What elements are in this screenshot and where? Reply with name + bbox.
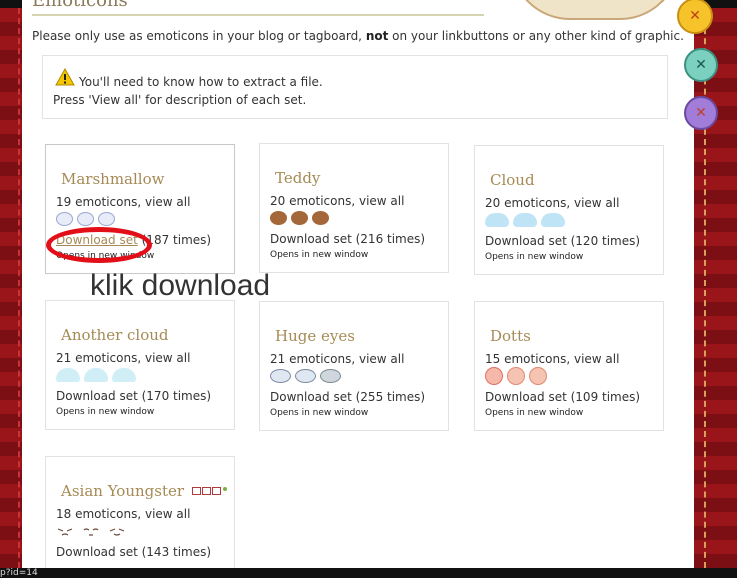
set-count: 20 emoticons, view all — [485, 196, 619, 210]
annotation-klik-download: klik download — [90, 269, 271, 302]
download-set-link[interactable]: Download set (120 times) — [485, 234, 640, 248]
set-count: 18 emoticons, view all — [56, 507, 190, 521]
highlight-ellipse — [46, 227, 152, 263]
eyes-emoticon-icon — [320, 369, 341, 383]
download-set-link[interactable]: Download set (109 times) — [485, 390, 640, 404]
emoticon-preview — [485, 212, 565, 228]
set-card-dotts: Dotts 15 emoticons, view all Download se… — [474, 301, 664, 431]
set-title: Cloud — [490, 171, 535, 189]
set-count: 21 emoticons, view all — [270, 352, 404, 366]
set-title: Marshmallow — [61, 170, 165, 188]
view-all-link[interactable]: view all — [145, 351, 190, 365]
cloud-emoticon-icon — [56, 368, 80, 382]
cloud-emoticon-icon — [84, 368, 108, 382]
opens-new-window-note: Opens in new window — [485, 252, 584, 262]
note-view-all: Press 'View all' for description of each… — [53, 93, 307, 107]
emoticon-preview — [270, 210, 329, 226]
eyes-emoticon-icon — [270, 369, 291, 383]
marshmallow-emoticon-icon — [56, 212, 73, 226]
opens-new-window-note: Opens in new window — [270, 408, 369, 418]
face-emoticon-icon — [109, 528, 125, 536]
usage-notice-emphasis: not — [365, 29, 389, 43]
cloud-emoticon-icon — [513, 213, 537, 227]
teddy-emoticon-icon — [312, 211, 329, 225]
heading-underline — [32, 14, 484, 16]
title-decoration-icon — [191, 487, 227, 495]
page-heading: Emoticons — [32, 0, 128, 11]
download-set-link[interactable]: Download set (216 times) — [270, 232, 425, 246]
set-count-text: 18 emoticons, — [56, 507, 142, 521]
usage-notice-suffix: on your linkbuttons or any other kind of… — [388, 29, 684, 43]
right-stitching — [704, 8, 706, 568]
cloud-emoticon-icon — [485, 213, 509, 227]
marshmallow-emoticon-icon — [77, 212, 94, 226]
status-bar — [0, 568, 737, 578]
set-count: 19 emoticons, view all — [56, 195, 190, 209]
left-stitching — [18, 8, 20, 568]
opens-new-window-note: Opens in new window — [485, 408, 584, 418]
emoticon-preview — [56, 367, 136, 383]
set-title: Another cloud — [61, 326, 169, 344]
teddy-emoticon-icon — [270, 211, 287, 225]
purple-close-button[interactable]: ✕ — [684, 96, 718, 130]
download-set-link[interactable]: Download set (255 times) — [270, 390, 425, 404]
view-all-link[interactable]: view all — [574, 196, 619, 210]
emoticon-preview — [485, 367, 547, 385]
set-count-text: 21 emoticons, — [270, 352, 356, 366]
usage-notice: Please only use as emoticons in your blo… — [32, 29, 684, 43]
set-count: 15 emoticons, view all — [485, 352, 619, 366]
note-extract-file: You'll need to know how to extract a fil… — [79, 75, 323, 89]
usage-notice-prefix: Please only use as emoticons in your blo… — [32, 29, 366, 43]
set-title: Teddy — [275, 169, 321, 187]
view-all-link[interactable]: view all — [145, 507, 190, 521]
set-count-text: 15 emoticons, — [485, 352, 571, 366]
info-note-box: You'll need to know how to extract a fil… — [42, 55, 668, 119]
emoticon-preview — [270, 368, 341, 384]
eyes-emoticon-icon — [295, 369, 316, 383]
cloud-emoticon-icon — [541, 213, 565, 227]
warning-icon — [55, 68, 75, 86]
teal-close-button[interactable]: ✕ — [684, 48, 718, 82]
set-count-text: 19 emoticons, — [56, 195, 142, 209]
opens-new-window-note: Opens in new window — [56, 407, 155, 417]
set-title: Dotts — [490, 327, 531, 345]
set-count-text: 20 emoticons, — [270, 194, 356, 208]
dotts-emoticon-icon — [529, 367, 547, 385]
opens-new-window-note: Opens in new window — [270, 250, 369, 260]
right-frame — [694, 8, 737, 568]
dotts-emoticon-icon — [507, 367, 525, 385]
set-card-cloud: Cloud 20 emoticons, view all Download se… — [474, 145, 664, 275]
teddy-emoticon-icon — [291, 211, 308, 225]
set-count: 21 emoticons, view all — [56, 351, 190, 365]
download-set-link[interactable]: Download set (143 times) — [56, 545, 211, 559]
download-set-link[interactable]: Download set (170 times) — [56, 389, 211, 403]
set-card-huge-eyes: Huge eyes 21 emoticons, view all Downloa… — [259, 301, 449, 431]
view-all-link[interactable]: view all — [359, 194, 404, 208]
view-all-link[interactable]: view all — [574, 352, 619, 366]
set-card-asian-youngster: Asian Youngster 18 emoticons, view all D… — [45, 456, 235, 568]
view-all-link[interactable]: view all — [359, 352, 404, 366]
view-all-link[interactable]: view all — [145, 195, 190, 209]
cloud-emoticon-icon — [112, 368, 136, 382]
dotts-emoticon-icon — [485, 367, 503, 385]
set-card-teddy: Teddy 20 emoticons, view all Download se… — [259, 143, 449, 273]
status-bar-url: p?id=14 — [0, 568, 38, 578]
face-emoticon-icon — [57, 528, 73, 536]
set-card-another-cloud: Another cloud 21 emoticons, view all Dow… — [45, 300, 235, 430]
emoticon-preview — [56, 523, 126, 539]
set-title: Asian Youngster — [61, 482, 228, 500]
set-title-text: Asian Youngster — [61, 482, 185, 500]
marshmallow-emoticon-icon — [98, 212, 115, 226]
emoticon-preview — [56, 211, 115, 227]
set-title: Huge eyes — [275, 327, 355, 345]
set-count: 20 emoticons, view all — [270, 194, 404, 208]
face-emoticon-icon — [83, 528, 99, 536]
set-count-text: 20 emoticons, — [485, 196, 571, 210]
set-count-text: 21 emoticons, — [56, 351, 142, 365]
